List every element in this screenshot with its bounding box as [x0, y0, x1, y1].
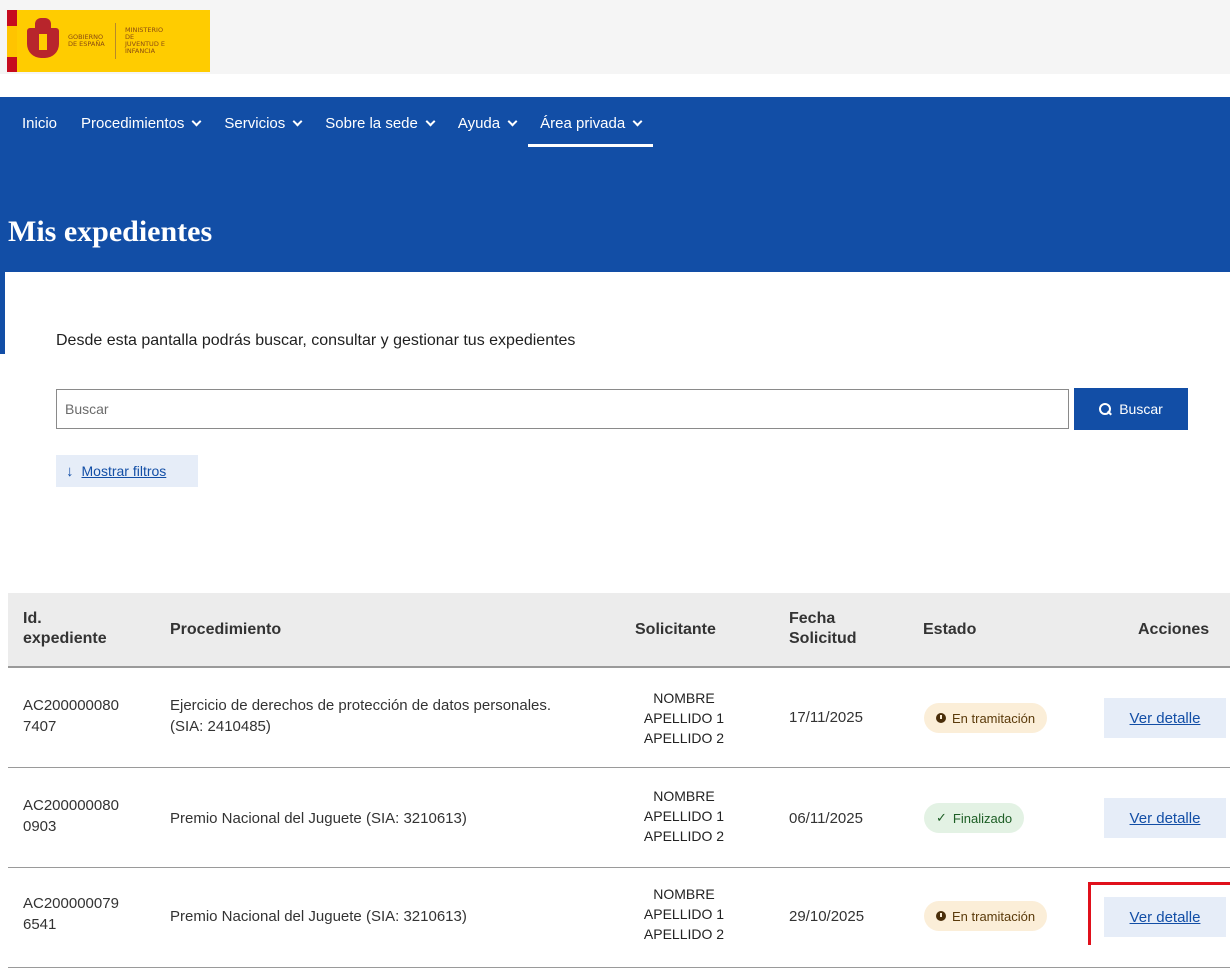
- col-header-solicitante: Solicitante: [635, 621, 716, 638]
- government-logo[interactable]: GOBIERNO DE ESPAÑA MINISTERIO DE JUVENTU…: [7, 10, 210, 72]
- expediente-id: AC200000080 7407: [23, 697, 119, 735]
- col-header-estado: Estado: [923, 621, 977, 638]
- solicitante-name: NOMBRE APELLIDO 1 APELLIDO 2: [643, 886, 725, 942]
- clock-icon: [936, 911, 946, 921]
- logo-government-text: GOBIERNO DE ESPAÑA: [68, 33, 105, 48]
- chevron-down-icon: [425, 116, 436, 126]
- procedimiento-text: Premio Nacional del Juguete (SIA: 321061…: [170, 810, 467, 827]
- spain-flag-icon: [7, 10, 17, 72]
- decorative-strip: [0, 272, 5, 354]
- chevron-down-icon: [507, 116, 518, 126]
- fecha-solicitud: 17/11/2025: [789, 709, 863, 726]
- solicitante-name: NOMBRE APELLIDO 1 APELLIDO 2: [643, 690, 725, 746]
- solicitante-name: NOMBRE APELLIDO 1 APELLIDO 2: [643, 788, 725, 844]
- procedimiento-text: Ejercicio de derechos de protección de d…: [170, 697, 552, 735]
- nav-item-ayuda[interactable]: Ayuda: [446, 97, 528, 149]
- expediente-id: AC200000079 6541: [23, 895, 119, 933]
- fecha-solicitud: 29/10/2025: [789, 908, 865, 925]
- ver-detalle-button[interactable]: Ver detalle: [1104, 798, 1226, 838]
- page-title: Mis expedientes: [8, 215, 213, 248]
- table-row: AC200000080 0903 Premio Nacional del Jug…: [8, 768, 1230, 868]
- col-header-id: Id. expediente: [23, 610, 107, 647]
- chevron-down-icon: [292, 116, 303, 126]
- status-badge: En tramitación: [924, 901, 1048, 931]
- expedientes-table: Id. expediente Procedimiento Solicitante…: [8, 593, 1230, 968]
- logo-ministry-text: MINISTERIO DE JUVENTUD E INFANCIA: [125, 26, 165, 55]
- search-input[interactable]: [56, 389, 1069, 429]
- nav-item-area-privada[interactable]: Área privada: [528, 97, 654, 149]
- table-row: AC200000079 6541 Premio Nacional del Jug…: [8, 868, 1230, 968]
- status-badge: ✓ Finalizado: [924, 803, 1025, 833]
- table-header: Id. expediente Procedimiento Solicitante…: [8, 593, 1230, 668]
- top-header: GOBIERNO DE ESPAÑA MINISTERIO DE JUVENTU…: [0, 0, 1230, 74]
- main-navigation: Inicio Procedimientos Servicios Sobre la…: [0, 97, 1230, 149]
- table-row: AC200000080 7407 Ejercicio de derechos d…: [8, 668, 1230, 768]
- highlight-box: [1088, 882, 1230, 945]
- check-icon: ✓: [936, 810, 947, 825]
- nav-item-procedimientos[interactable]: Procedimientos: [69, 97, 212, 149]
- arrow-down-icon: ↓: [66, 462, 74, 480]
- col-header-procedimiento: Procedimiento: [170, 621, 282, 638]
- ver-detalle-button[interactable]: Ver detalle: [1104, 698, 1226, 738]
- chevron-down-icon: [191, 116, 202, 126]
- clock-icon: [936, 713, 946, 723]
- expediente-id: AC200000080 0903: [23, 797, 119, 835]
- nav-item-sobre-la-sede[interactable]: Sobre la sede: [313, 97, 446, 149]
- chevron-down-icon: [632, 116, 643, 126]
- coat-of-arms-icon: [23, 18, 63, 64]
- page-hero: Mis expedientes: [0, 149, 1230, 272]
- col-header-acciones: Acciones: [1138, 621, 1210, 638]
- status-badge: En tramitación: [924, 703, 1048, 733]
- search-icon: [1099, 403, 1112, 415]
- show-filters-button[interactable]: ↓ Mostrar filtros: [56, 455, 198, 487]
- search-button[interactable]: Buscar: [1074, 388, 1188, 430]
- intro-text: Desde esta pantalla podrás buscar, consu…: [56, 332, 576, 349]
- nav-item-inicio[interactable]: Inicio: [10, 97, 69, 149]
- nav-item-servicios[interactable]: Servicios: [212, 97, 313, 149]
- procedimiento-text: Premio Nacional del Juguete (SIA: 321061…: [170, 908, 467, 925]
- col-header-fecha: Fecha Solicitud: [789, 610, 857, 647]
- fecha-solicitud: 06/11/2025: [789, 810, 863, 827]
